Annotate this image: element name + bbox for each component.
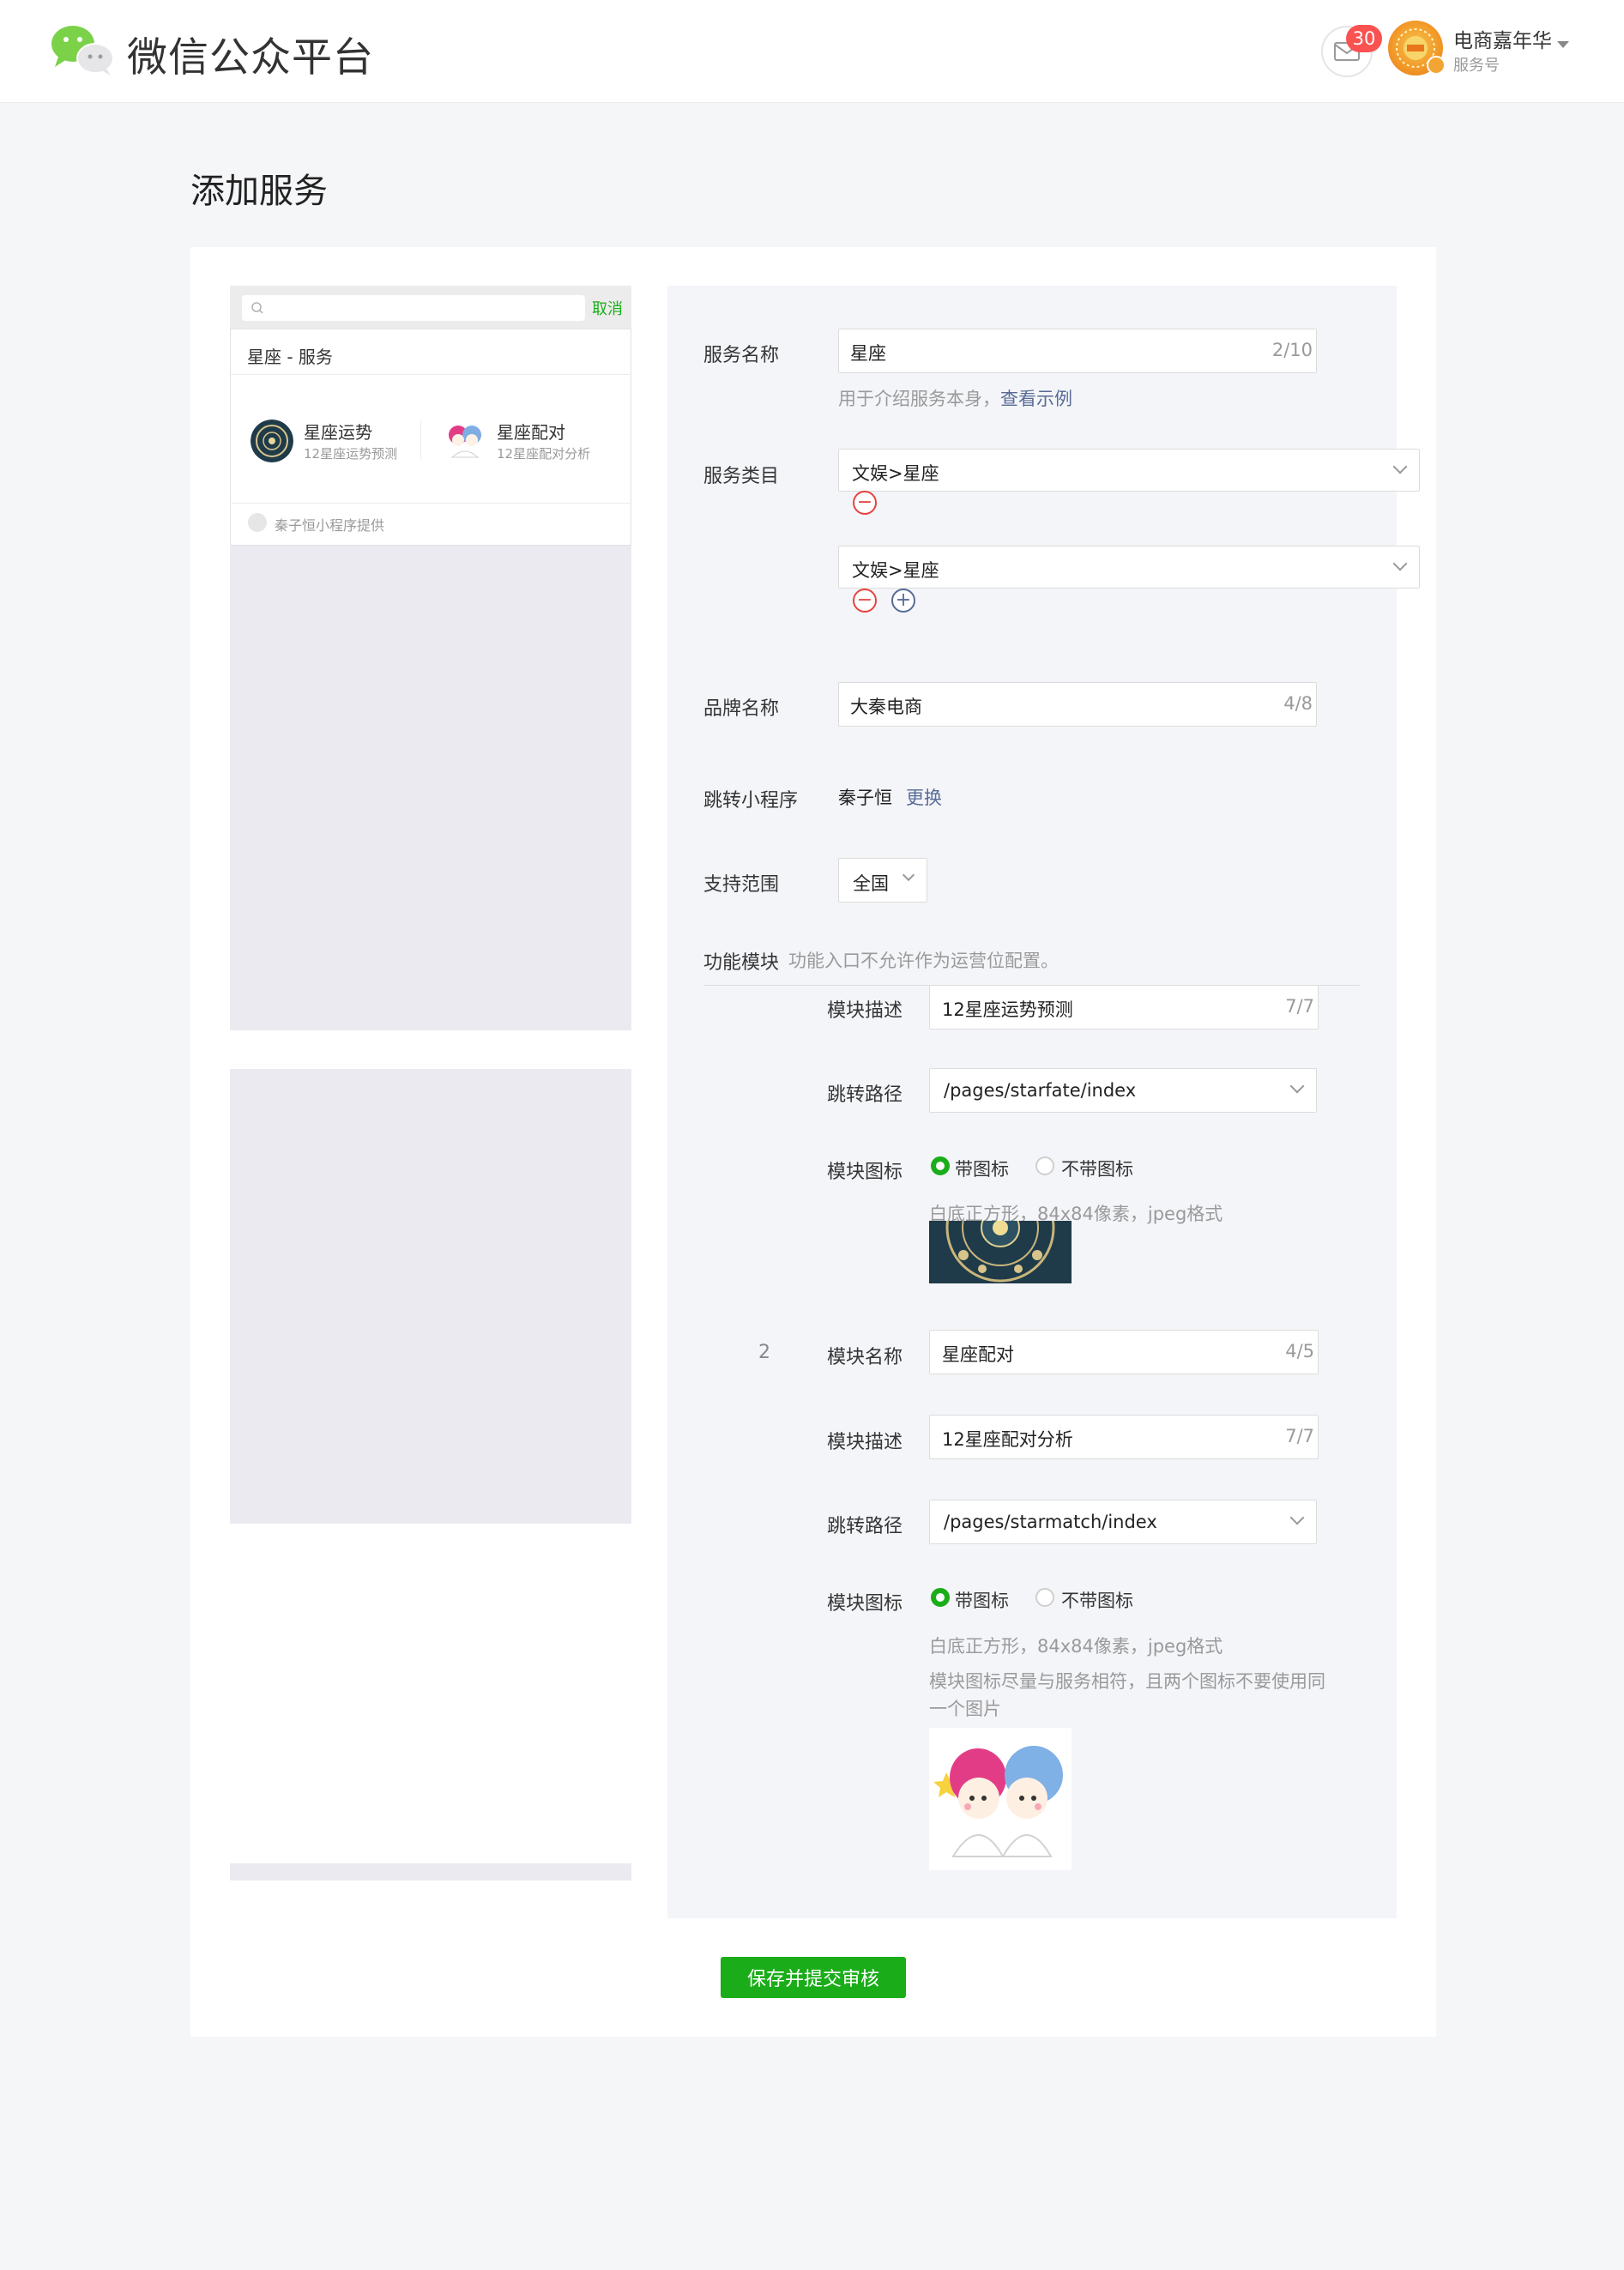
top-bar: 微信公众平台 30 电商嘉年华 服务号 [0,0,1624,103]
preview-module-desc: 12星座配对分析 [497,446,591,462]
chevron-down-icon [1392,556,1408,571]
service-name-label: 服务名称 [703,345,780,366]
module-name-input[interactable]: 星座配对 4/5 [929,1330,1319,1374]
brand-input[interactable]: 大秦电商 4/8 [838,682,1317,727]
module-desc-label: 模块描述 [827,1000,903,1022]
module-path-value: /pages/starfate/index [944,1080,1137,1101]
modules-note: 功能入口不允许作为运营位配置。 [788,951,1059,971]
preview-module-name[interactable]: 星座运势 [304,419,372,444]
module-path-select[interactable]: /pages/starfate/index [929,1068,1317,1113]
scope-value: 全国 [853,873,889,894]
module-desc-input[interactable]: 12星座配对分析 7/7 [929,1415,1319,1459]
hint-text: 用于介绍服务本身， [838,389,1000,409]
category-value: 文娱>星座 [852,560,939,581]
with-icon-radio[interactable] [931,1588,950,1607]
view-example-link[interactable]: 查看示例 [1000,389,1072,409]
service-name-value: 星座 [850,343,886,364]
module-desc-counter: 7/7 [1285,996,1314,1017]
without-icon-label[interactable]: 不带图标 [1061,1587,1133,1613]
save-and-submit-button[interactable]: 保存并提交审核 [721,1957,906,1998]
with-icon-label[interactable]: 带图标 [955,1587,1009,1613]
preview-service-heading: 星座 - 服务 [247,347,333,367]
module-path-select[interactable]: /pages/starmatch/index [929,1500,1317,1544]
twin-stars-icon [444,420,486,462]
category-select-2[interactable]: 文娱>星座 [838,546,1420,589]
search-icon [251,302,263,314]
chevron-down-icon [1392,459,1408,474]
module-icon-label: 模块图标 [827,1162,903,1183]
category-value: 文娱>星座 [852,463,939,484]
brand-title[interactable]: 微信公众平台 [127,24,374,83]
chevron-down-icon [1289,1510,1305,1525]
preview-search-input[interactable] [242,295,585,321]
preview-provider: 秦子恒小程序提供 [275,517,385,534]
zodiac-wheel-icon [251,420,293,462]
module-index: 2 [758,1342,770,1363]
remove-category-button[interactable]: − [853,589,877,613]
module-path-value: /pages/starmatch/index [944,1512,1157,1532]
chevron-down-icon [1289,1078,1305,1094]
service-name-hint: 用于介绍服务本身，查看示例 [838,385,1072,411]
module-desc-value: 12星座配对分析 [942,1429,1073,1450]
module-path-label: 跳转路径 [827,1516,903,1537]
twin-stars-image-thumbnail[interactable] [929,1728,1072,1870]
wechat-logo-icon [51,26,114,75]
scope-label: 支持范围 [703,874,780,896]
change-miniprogram-link[interactable]: 更换 [906,784,942,810]
verified-icon [1427,56,1446,75]
brand-label: 品牌名称 [703,698,780,720]
add-category-button[interactable]: + [891,589,915,613]
chevron-down-icon [902,868,915,882]
preview-cancel-link[interactable]: 取消 [592,297,623,319]
chevron-down-icon[interactable] [1557,41,1569,48]
module-desc-label: 模块描述 [827,1432,903,1453]
brand-counter: 4/8 [1283,693,1313,714]
service-name-counter: 2/10 [1271,340,1313,360]
unread-badge: 30 [1346,25,1382,52]
without-icon-label[interactable]: 不带图标 [1061,1156,1133,1181]
account-type: 服务号 [1453,57,1500,75]
miniprogram-label: 跳转小程序 [703,790,799,812]
service-name-input[interactable]: 星座 2/10 [838,329,1317,373]
without-icon-radio[interactable] [1035,1588,1054,1607]
module-name-counter: 4/5 [1285,1341,1314,1361]
divider [230,503,631,504]
module-name-label: 模块名称 [827,1347,903,1368]
with-icon-label[interactable]: 带图标 [955,1156,1009,1181]
twin-stars-icon [929,1728,1072,1870]
module-path-label: 跳转路径 [827,1084,903,1106]
module-desc-input[interactable]: 12星座运势预测 7/7 [929,985,1319,1029]
scope-select[interactable]: 全国 [838,858,927,903]
module-icon-hint: 白底正方形，84x84像素，jpeg格式 [929,1636,1223,1657]
without-icon-radio[interactable] [1035,1156,1054,1175]
module-desc-counter: 7/7 [1285,1426,1314,1446]
zodiac-wheel-icon [929,1221,1072,1283]
with-icon-radio[interactable] [931,1156,950,1175]
module-name-value: 星座配对 [942,1344,1014,1365]
divider [420,420,421,460]
user-icon [248,513,267,532]
preview-module-name[interactable]: 星座配对 [497,419,565,444]
module-icon-hint: 模块图标尽量与服务相符，且两个图标不要使用同 [929,1671,1325,1692]
module-icon-hint: 一个图片 [929,1699,1001,1719]
miniprogram-value: 秦子恒 [838,788,892,808]
zodiac-image-thumbnail[interactable] [929,1221,1072,1283]
remove-category-button[interactable]: − [853,491,877,515]
module-icon-label: 模块图标 [827,1593,903,1615]
preview-placeholder [230,1069,631,1524]
preview-module-desc: 12星座运势预测 [304,446,398,462]
category-select-1[interactable]: 文娱>星座 [838,449,1420,492]
brand-value: 大秦电商 [850,697,922,717]
module-desc-value: 12星座运势预测 [942,999,1073,1020]
category-label: 服务类目 [703,466,780,487]
account-name[interactable]: 电商嘉年华 [1453,24,1552,53]
divider [230,374,631,375]
page-title: 添加服务 [190,172,328,211]
modules-label: 功能模块 [703,952,780,974]
preview-placeholder [230,1863,631,1881]
